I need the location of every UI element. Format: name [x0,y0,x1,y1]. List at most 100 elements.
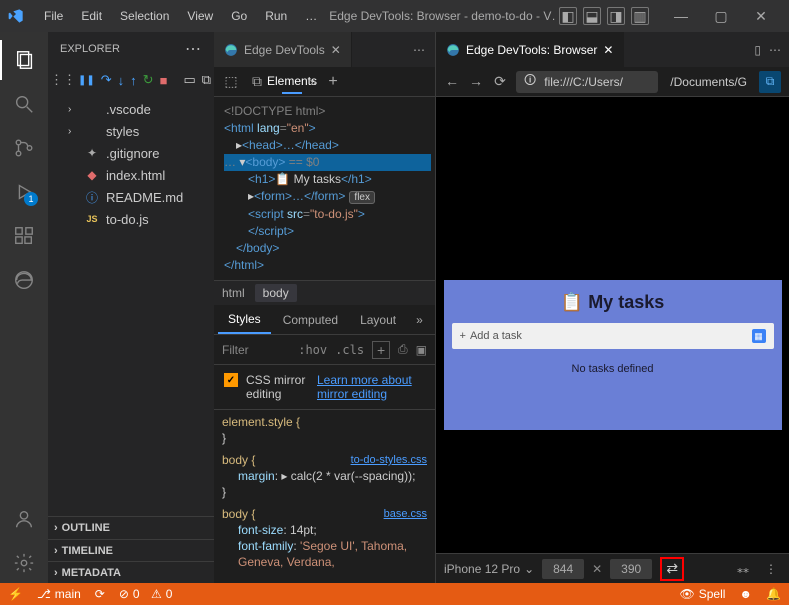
rendered-page[interactable]: 📋 My tasks +Add a task ▦ No tasks define… [444,280,782,430]
activity-search[interactable] [0,84,48,124]
wand-icon[interactable]: ⁎⁎ [733,562,753,576]
tab-close-icon[interactable]: ✕ [331,43,341,57]
activity-account[interactable] [0,499,48,539]
flex-badge[interactable]: flex [349,191,375,204]
tab-more-icon[interactable]: ⋯ [403,43,435,57]
activity-explorer[interactable] [0,40,48,80]
tab-edge-browser[interactable]: Edge DevTools: Browser ✕ [436,32,624,67]
tree-folder-vscode[interactable]: ›.vscode [48,98,214,120]
debug-grip-icon[interactable]: ⋮⋮ [54,71,72,89]
add-task-bar[interactable]: +Add a task ▦ [452,323,774,349]
open-devtools-icon[interactable]: ⧉ [759,71,781,93]
url-box[interactable]: 🛈 file:///C:/Users/ [516,71,658,93]
new-rule-icon[interactable]: + [372,341,390,359]
activity-edge-tools[interactable] [0,260,48,300]
debug-toolbar: ⋮⋮ ❚❚ ↷ ↓ ↑ ↻ ■ ▭ ⧉ [48,66,214,94]
section-timeline[interactable]: ›TIMELINE [48,539,214,561]
calendar-button[interactable]: ▦ [752,329,766,343]
more-actions-icon[interactable]: ▣ [416,343,427,357]
file-icon: ✦ [84,146,100,160]
menu-edit[interactable]: Edit [73,5,110,27]
section-metadata[interactable]: ›METADATA [48,561,214,583]
menu-selection[interactable]: Selection [112,5,177,27]
devtools-add-tab-icon[interactable]: + [324,73,342,91]
debug-step-out-icon[interactable]: ↑ [130,71,137,89]
cls-toggle[interactable]: .cls [335,343,364,357]
tree-file-gitignore[interactable]: ✦.gitignore [48,142,214,164]
screencast-icon[interactable]: ▭ [183,71,195,89]
device-height[interactable]: 390 [610,559,652,579]
spell-indicator[interactable]: 👁Spell [679,587,725,601]
sidebar-sections: ›OUTLINE ›TIMELINE ›METADATA [48,516,214,583]
bell-icon[interactable]: 🔔 [766,587,781,601]
layout-right-icon[interactable]: ◨ [607,7,625,25]
styles-more-icon[interactable]: » [408,313,431,327]
device-emulation-icon[interactable]: ⧉ [248,73,266,90]
menu-more[interactable]: … [297,5,325,27]
breadcrumb: html body [214,281,435,305]
menu-file[interactable]: File [36,5,71,27]
activity-scm[interactable] [0,128,48,168]
layout-grid-icon[interactable]: ▥ [631,7,649,25]
source-link[interactable]: base.css [384,506,427,522]
hov-toggle[interactable]: :hov [298,343,327,357]
menu-go[interactable]: Go [223,5,255,27]
print-icon[interactable]: ⎙ [398,342,408,357]
forward-icon[interactable]: → [468,73,484,90]
sync-indicator[interactable]: ⟳ [95,587,105,601]
debug-step-into-icon[interactable]: ↓ [118,71,125,89]
mirror-checkbox[interactable]: ✓ [224,373,238,387]
layout-bottom-icon[interactable]: ⬓ [583,7,601,25]
inspect-icon[interactable]: ⬚ [222,73,240,90]
activity-extensions[interactable] [0,216,48,256]
debug-stop-icon[interactable]: ■ [160,71,168,89]
tree-file-todo-js[interactable]: JSto-do.js [48,208,214,230]
rotate-device-button[interactable]: ⇄ [660,557,684,581]
device-width[interactable]: 844 [542,559,584,579]
problems-indicator[interactable]: ⊘0 ⚠0 [119,587,173,601]
close-button[interactable]: ✕ [741,0,781,32]
debug-step-over-icon[interactable]: ↷ [101,71,112,89]
tree-folder-styles[interactable]: ›styles [48,120,214,142]
debug-pause-icon[interactable]: ❚❚ [78,71,95,89]
crumb-html[interactable]: html [222,286,245,300]
crumb-body[interactable]: body [255,284,297,302]
layout-controls: ◧ ⬓ ◨ ▥ [559,7,649,25]
tree-file-index-html[interactable]: ◆index.html [48,164,214,186]
tab-close-icon[interactable]: ✕ [603,43,613,57]
dom-tree[interactable]: <!DOCTYPE html> <html lang="en"> ▸<head>… [214,97,435,281]
dom-selected-body[interactable]: … ▾<body> == $0 [224,154,431,171]
branch-indicator[interactable]: ⎇main [37,587,81,601]
filter-input[interactable]: Filter [222,343,249,357]
activity-debug[interactable]: 1 [0,172,48,212]
mirror-link[interactable]: Learn more about mirror editing [317,373,425,401]
styles-pane[interactable]: element.style { } body {to-do-styles.css… [214,410,435,583]
tab-computed[interactable]: Computed [273,307,348,333]
menu-view[interactable]: View [179,5,221,27]
devtools-more-tabs-icon[interactable]: » [304,75,322,89]
split-editor-icon[interactable]: ▯ [754,43,761,57]
back-icon[interactable]: ← [444,73,460,90]
activity-settings[interactable] [0,543,48,583]
layout-left-icon[interactable]: ◧ [559,7,577,25]
tab-styles[interactable]: Styles [218,306,271,334]
tab-edge-devtools[interactable]: Edge DevTools ✕ [214,32,352,67]
tab-more-icon[interactable]: ⋯ [769,43,781,57]
feedback-icon[interactable]: ☻ [739,587,752,601]
tree-file-readme[interactable]: ⓘREADME.md [48,186,214,208]
tab-elements[interactable]: Elements [282,70,302,94]
minimize-button[interactable]: — [661,0,701,32]
device-select[interactable]: iPhone 12 Pro⌄ [444,562,534,576]
debug-restart-icon[interactable]: ↻ [143,71,154,89]
section-outline[interactable]: ›OUTLINE [48,517,214,539]
tab-layout[interactable]: Layout [350,307,406,333]
explorer-more-icon[interactable]: ⋯ [185,39,202,59]
menu-run[interactable]: Run [257,5,295,27]
remote-indicator[interactable]: ⚡ [8,587,23,601]
browser-viewport: 📋 My tasks +Add a task ▦ No tasks define… [436,97,789,553]
source-link[interactable]: to-do-styles.css [351,452,427,468]
maximize-button[interactable]: ▢ [701,0,741,32]
toggle-panel-icon[interactable]: ⧉ [202,71,211,89]
reload-icon[interactable]: ⟳ [492,73,508,90]
device-more-icon[interactable]: ⋮ [761,562,781,576]
